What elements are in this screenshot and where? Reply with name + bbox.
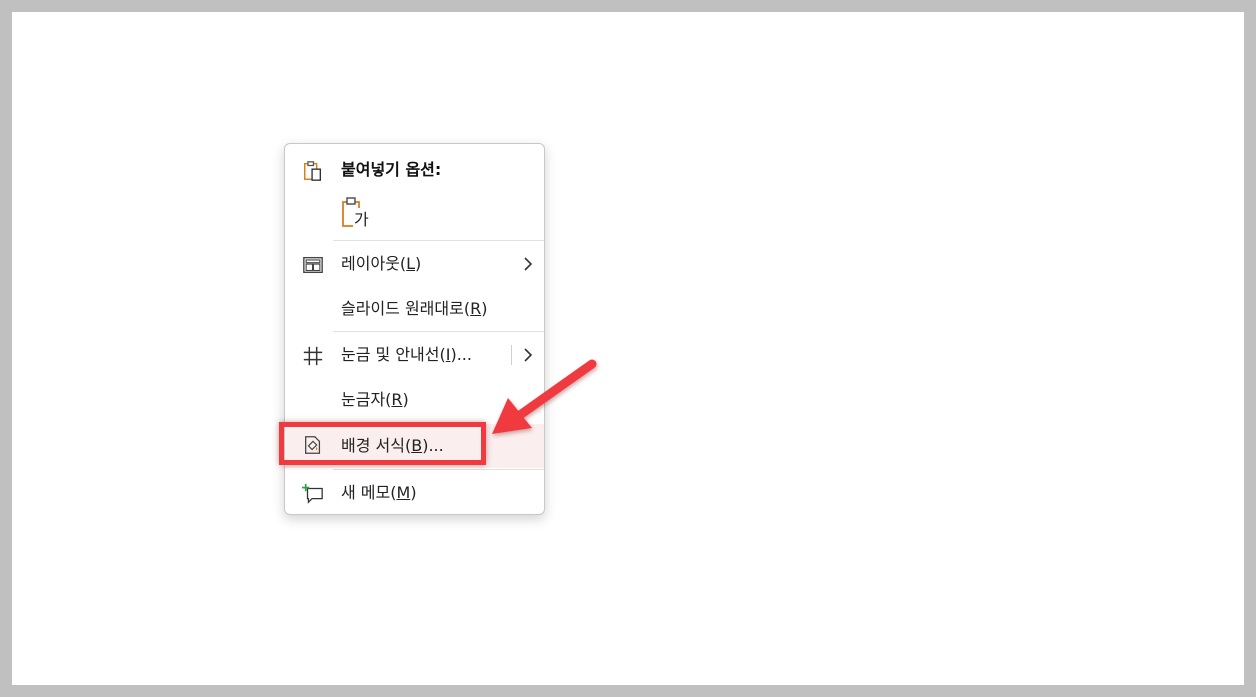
layout-label-tail: ) [415,254,422,273]
paste-keep-text-only-button[interactable]: 가 [341,196,373,230]
split-separator [511,345,512,365]
menu-item-new-comment[interactable]: 새 메모(M) [285,473,544,513]
menu-item-grid-and-guides[interactable]: 눈금 및 안내선(I)... [285,335,544,375]
new-comment-label-tail: ) [410,483,417,502]
new-comment-accesskey: M [396,483,411,502]
reset-slide-label-tail: ) [481,299,488,318]
slide-canvas[interactable] [12,12,1244,685]
reset-slide-accesskey: R [470,299,482,318]
paste-keep-text-icon: 가 [342,197,371,229]
new-comment-label: 새 메모( [341,483,397,502]
grid-icon [303,346,323,366]
menu-separator [333,469,544,470]
chevron-right-icon[interactable] [522,347,534,363]
new-comment-icon [302,483,323,504]
paste-options-header: 붙여넣기 옵션: [285,150,544,190]
menu-item-ruler[interactable]: 눈금자(R) [285,380,544,420]
menu-item-reset-slide[interactable]: 슬라이드 원래대로(R) [285,289,544,329]
grid-guides-label-tail: )... [450,345,472,364]
layout-accesskey: L [406,254,416,273]
grid-guides-label: 눈금 및 안내선( [341,345,446,364]
layout-label: 레이아웃( [341,254,407,273]
ruler-accesskey: R [391,390,403,409]
clipboard-paste-icon [304,161,322,181]
reset-slide-label: 슬라이드 원래대로( [341,299,471,318]
ruler-label: 눈금자( [341,390,392,409]
paste-option-glyph: 가 [354,210,369,229]
menu-item-layout[interactable]: 레이아웃(L) [285,244,544,284]
layout-icon [303,256,323,274]
ruler-label-tail: ) [402,390,409,409]
annotation-highlight-box [279,422,486,465]
menu-separator [333,240,544,241]
paste-options-label: 붙여넣기 옵션: [341,160,442,179]
chevron-right-icon [524,257,533,271]
menu-separator [333,331,544,332]
